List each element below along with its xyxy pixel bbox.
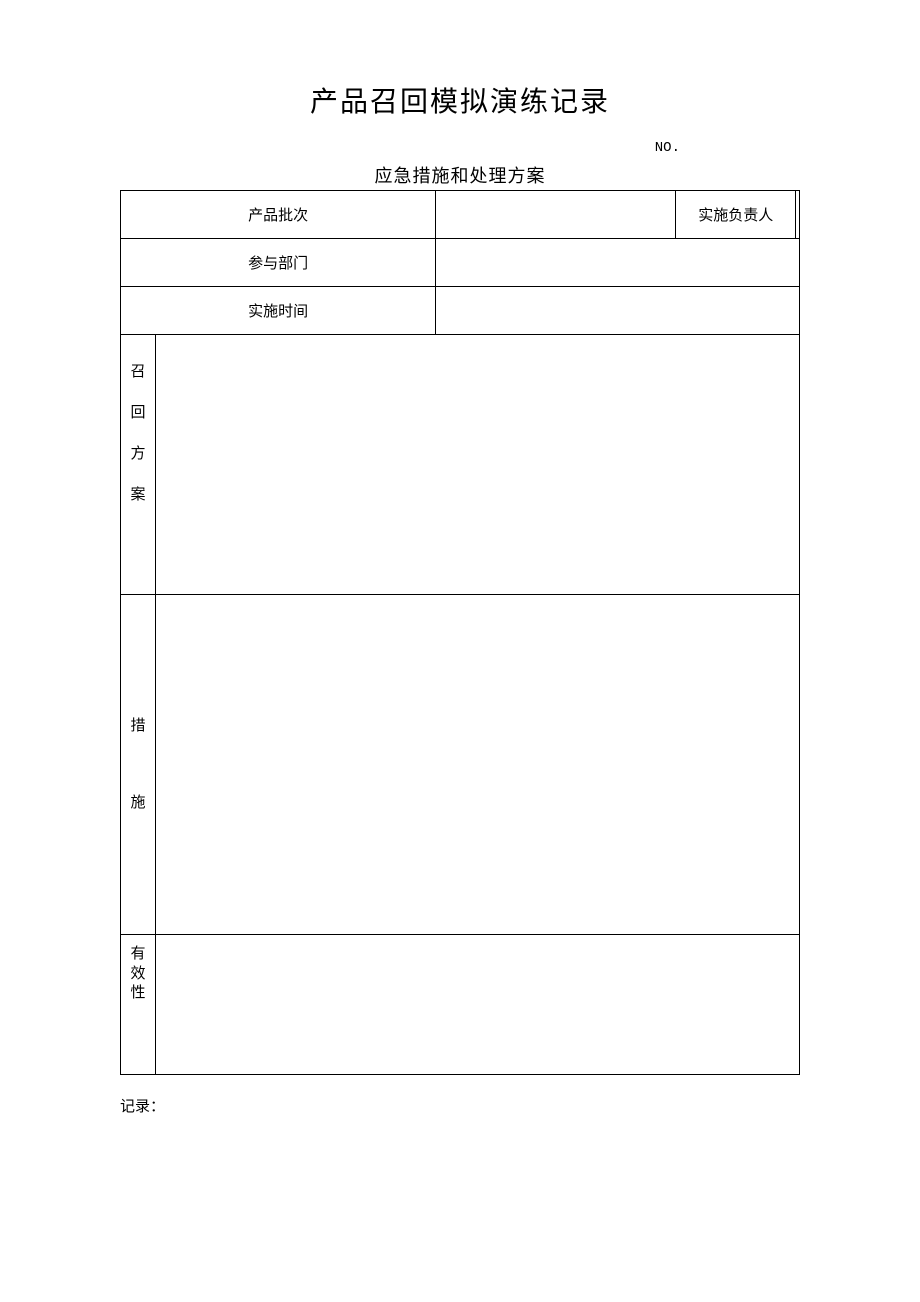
label-product-batch: 产品批次 <box>121 191 436 239</box>
record-table: 产品批次 实施负责人 参与部门 实施时间 召 回 方 案 措 施 有 效 性 <box>120 190 800 1075</box>
value-product-batch[interactable] <box>436 191 676 239</box>
value-effectiveness[interactable] <box>156 935 800 1075</box>
value-recall-plan[interactable] <box>156 335 800 595</box>
row-measure: 措 施 <box>121 595 800 935</box>
label-recall-plan: 召 回 方 案 <box>121 335 156 595</box>
row-effectiveness: 有 效 性 <box>121 935 800 1075</box>
label-measure: 措 施 <box>121 595 156 935</box>
row-product-batch: 产品批次 实施负责人 <box>121 191 800 239</box>
document-number-label: NO. <box>120 140 800 156</box>
label-effectiveness: 有 效 性 <box>121 935 156 1075</box>
label-implementation-time: 实施时间 <box>121 287 436 335</box>
row-departments: 参与部门 <box>121 239 800 287</box>
label-responsible-person: 实施负责人 <box>676 191 796 239</box>
row-recall-plan: 召 回 方 案 <box>121 335 800 595</box>
value-implementation-time[interactable] <box>436 287 800 335</box>
document-title: 产品召回模拟演练记录 <box>120 80 800 120</box>
value-departments[interactable] <box>436 239 800 287</box>
document-subtitle: 应急措施和处理方案 <box>120 162 800 188</box>
value-measure[interactable] <box>156 595 800 935</box>
footer-record-label: 记录： <box>120 1095 800 1116</box>
value-responsible-person[interactable] <box>796 191 800 239</box>
label-departments: 参与部门 <box>121 239 436 287</box>
row-implementation-time: 实施时间 <box>121 287 800 335</box>
